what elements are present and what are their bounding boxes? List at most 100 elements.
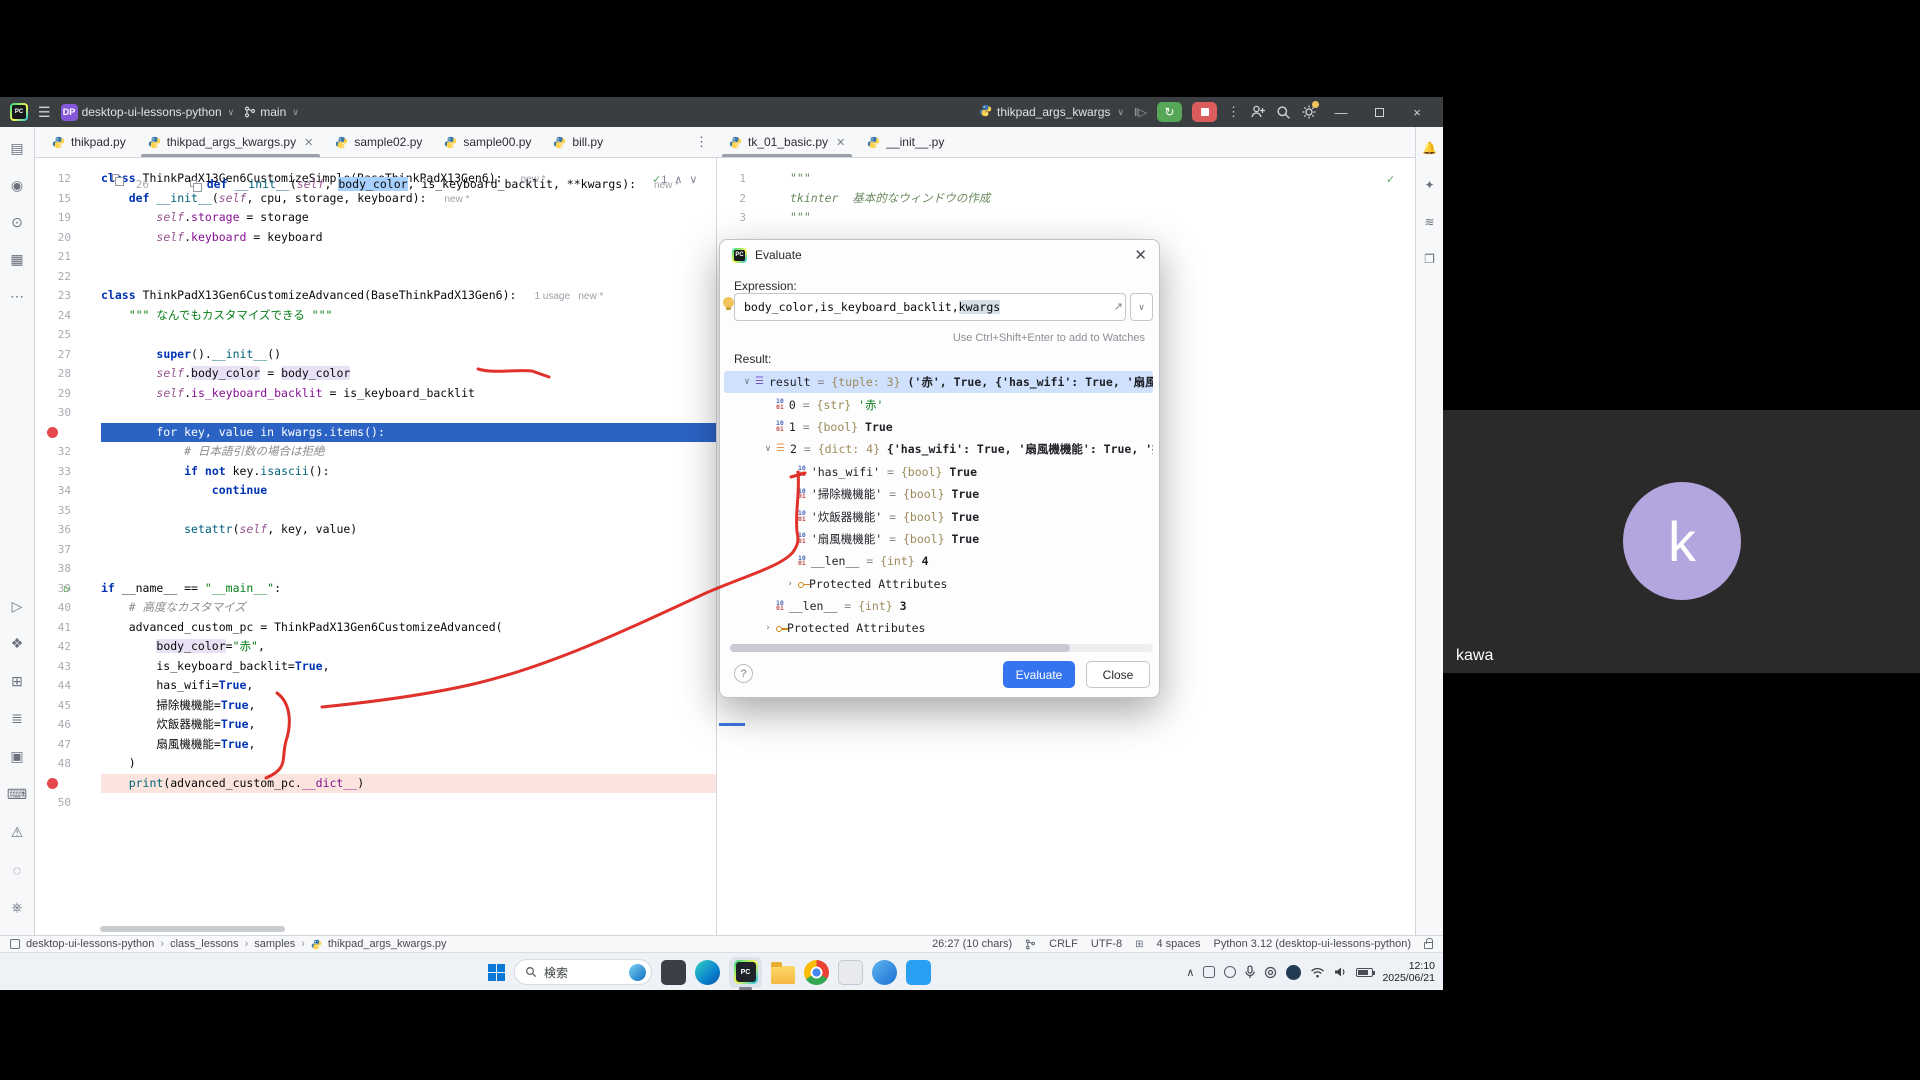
tab-sample00.py[interactable]: sample00.py <box>433 127 542 157</box>
left-stripe-bottom-icon-4[interactable]: ≣ <box>0 710 34 726</box>
code-line[interactable]: 50 <box>35 793 716 813</box>
taskbar-app-vscode[interactable] <box>906 960 931 985</box>
line-number[interactable]: 45 <box>35 696 73 716</box>
line-number[interactable]: 37 <box>35 540 73 560</box>
window-close-button[interactable]: × <box>1403 105 1431 120</box>
variable-row[interactable]: 1001__len__ = {int} 4 <box>724 550 1153 572</box>
code-line[interactable]: 30 <box>35 403 716 423</box>
left-stripe-bottom-icon-3[interactable]: ⊞ <box>0 673 34 689</box>
add-user-icon[interactable] <box>1250 104 1266 120</box>
code-line[interactable]: 44 has_wifi=True, <box>35 676 716 696</box>
microphone-icon[interactable] <box>1245 965 1255 979</box>
line-number[interactable]: 47 <box>35 735 73 755</box>
variable-row[interactable]: ›Protected Attributes <box>724 617 1153 639</box>
taskbar-app-chrome[interactable] <box>804 960 829 985</box>
breadcrumb-item[interactable]: samples <box>254 938 295 950</box>
variable-row[interactable]: 1001'掃除機機能' = {bool} True <box>724 483 1153 505</box>
right-stripe-icon-2[interactable]: ✦ <box>1416 177 1443 193</box>
left-stripe-top-icon-1[interactable]: ▤ <box>0 140 34 156</box>
next-problem-icon[interactable]: ∨ <box>689 173 697 186</box>
breakpoint-icon[interactable] <box>47 427 58 438</box>
line-number[interactable]: 34 <box>35 481 73 501</box>
taskbar-app-7[interactable] <box>872 960 897 985</box>
intention-bulb-icon[interactable] <box>723 297 734 308</box>
help-button[interactable]: ? <box>734 664 753 683</box>
taskbar-app-edge[interactable] <box>695 960 720 985</box>
taskbar-app-pycharm-active[interactable]: PC <box>729 957 762 988</box>
code-line[interactable]: 34 continue <box>35 481 716 501</box>
battery-icon[interactable] <box>1356 968 1373 977</box>
code-line[interactable]: 27 super().__init__() <box>35 345 716 365</box>
variable-row[interactable]: 1001'炊飯器機能' = {bool} True <box>724 505 1153 527</box>
right-stripe-icon-1[interactable]: 🔔 <box>1416 140 1443 156</box>
code-line[interactable]: 20 self.keyboard = keyboard <box>35 228 716 248</box>
line-number[interactable]: 33 <box>35 462 73 482</box>
code-line[interactable]: 3""" <box>718 208 1415 228</box>
line-separator[interactable]: CRLF <box>1049 938 1078 950</box>
variable-row[interactable]: ∨☰result = {tuple: 3} ('赤', True, {'has_… <box>724 371 1153 393</box>
run-with-profiler-icon[interactable]: ‖▷ <box>1134 106 1147 119</box>
code-line[interactable]: 15 def __init__(self, cpu, storage, keyb… <box>35 189 716 209</box>
line-number[interactable]: 46 <box>35 715 73 735</box>
right-stripe-icon-4[interactable]: ❒ <box>1416 251 1443 267</box>
close-button[interactable]: Close <box>1086 661 1150 688</box>
left-stripe-bottom-icon-9[interactable]: ⎈ <box>0 899 34 915</box>
prev-problem-icon[interactable]: ∧ <box>674 173 682 186</box>
left-stripe-bottom-icon-1[interactable]: ▷ <box>0 598 34 614</box>
evaluate-button[interactable]: Evaluate <box>1003 661 1075 688</box>
caret-position[interactable]: 26:27 (10 chars) <box>932 938 1012 950</box>
left-stripe-bottom-icon-8[interactable]: ◌ <box>0 862 34 878</box>
tray-app-icon[interactable] <box>1286 965 1301 980</box>
tree-chevron-icon[interactable]: › <box>762 623 774 633</box>
line-number[interactable]: 43 <box>35 657 73 677</box>
line-number[interactable]: 2 <box>718 189 748 209</box>
line-number[interactable]: 1 <box>718 169 748 189</box>
line-number[interactable]: 25 <box>35 325 73 345</box>
variable-row[interactable]: 10011 = {bool} True <box>724 416 1153 438</box>
speaker-icon[interactable] <box>1334 966 1347 978</box>
more-actions-icon[interactable]: ⋮ <box>1227 104 1240 120</box>
line-number[interactable]: 28 <box>35 364 73 384</box>
git-status-icon[interactable] <box>1025 939 1036 950</box>
inspection-widget-right[interactable]: ✓ <box>1386 173 1395 186</box>
left-stripe-bottom-icon-7[interactable]: ⚠ <box>0 824 34 840</box>
rerun-button[interactable]: ↻ <box>1157 102 1182 122</box>
tray-icon-2[interactable] <box>1224 966 1236 978</box>
code-line[interactable]: 42 body_color="赤", <box>35 637 716 657</box>
left-stripe-bottom-icon-6[interactable]: ⌨ <box>0 786 34 802</box>
taskbar-search[interactable]: 検索 <box>514 959 652 985</box>
code-line[interactable]: 23class ThinkPadX13Gen6CustomizeAdvanced… <box>35 286 716 306</box>
line-number[interactable]: 41 <box>35 618 73 638</box>
line-number[interactable]: 23 <box>35 286 73 306</box>
run-configuration[interactable]: thikpad_args_kwargs ∨ <box>979 104 1124 120</box>
breakpoint-icon[interactable] <box>47 778 58 789</box>
code-line[interactable]: 2tkinter 基本的なウィンドウの作成 <box>718 189 1415 209</box>
code-line[interactable]: for key, value in kwargs.items(): <box>35 423 716 443</box>
line-number[interactable]: 40 <box>35 598 73 618</box>
tab-close-icon[interactable]: ✕ <box>836 136 845 149</box>
variable-row[interactable]: 1001'has_wifi' = {bool} True <box>724 461 1153 483</box>
line-number[interactable]: 21 <box>35 247 73 267</box>
stop-button[interactable] <box>1192 102 1217 122</box>
start-button[interactable] <box>488 964 505 981</box>
tree-chevron-icon[interactable]: › <box>784 579 796 589</box>
branch-widget[interactable]: main ∨ <box>244 105 299 119</box>
code-line[interactable]: 25 <box>35 325 716 345</box>
dialog-scrollbar[interactable] <box>730 644 1153 652</box>
right-stripe-icon-3[interactable]: ≋ <box>1416 214 1443 230</box>
expression-input[interactable]: body_color,is_keyboard_backlit,kwargs <box>734 293 1126 321</box>
video-call-tile[interactable]: k kawa <box>1443 410 1920 673</box>
line-number[interactable]: 48 <box>35 754 73 774</box>
code-line[interactable]: 48 ) <box>35 754 716 774</box>
window-minimize-button[interactable]: — <box>1327 105 1355 120</box>
code-line[interactable]: 45 掃除機機能=True, <box>35 696 716 716</box>
line-number[interactable]: 15 <box>35 189 73 209</box>
code-line[interactable]: 28 self.body_color = body_color <box>35 364 716 384</box>
dialog-close-icon[interactable]: ✕ <box>1134 246 1147 264</box>
tab-options-icon[interactable]: ⋮ <box>695 134 708 150</box>
code-line[interactable]: 41 advanced_custom_pc = ThinkPadX13Gen6C… <box>35 618 716 638</box>
variable-row[interactable]: ∨☰2 = {dict: 4} {'has_wifi': True, '扇風機機… <box>724 438 1153 460</box>
breadcrumb-item[interactable]: desktop-ui-lessons-python <box>26 938 154 950</box>
indent-setting[interactable]: 4 spaces <box>1156 938 1200 950</box>
left-stripe-bottom-icon-5[interactable]: ▣ <box>0 748 34 764</box>
